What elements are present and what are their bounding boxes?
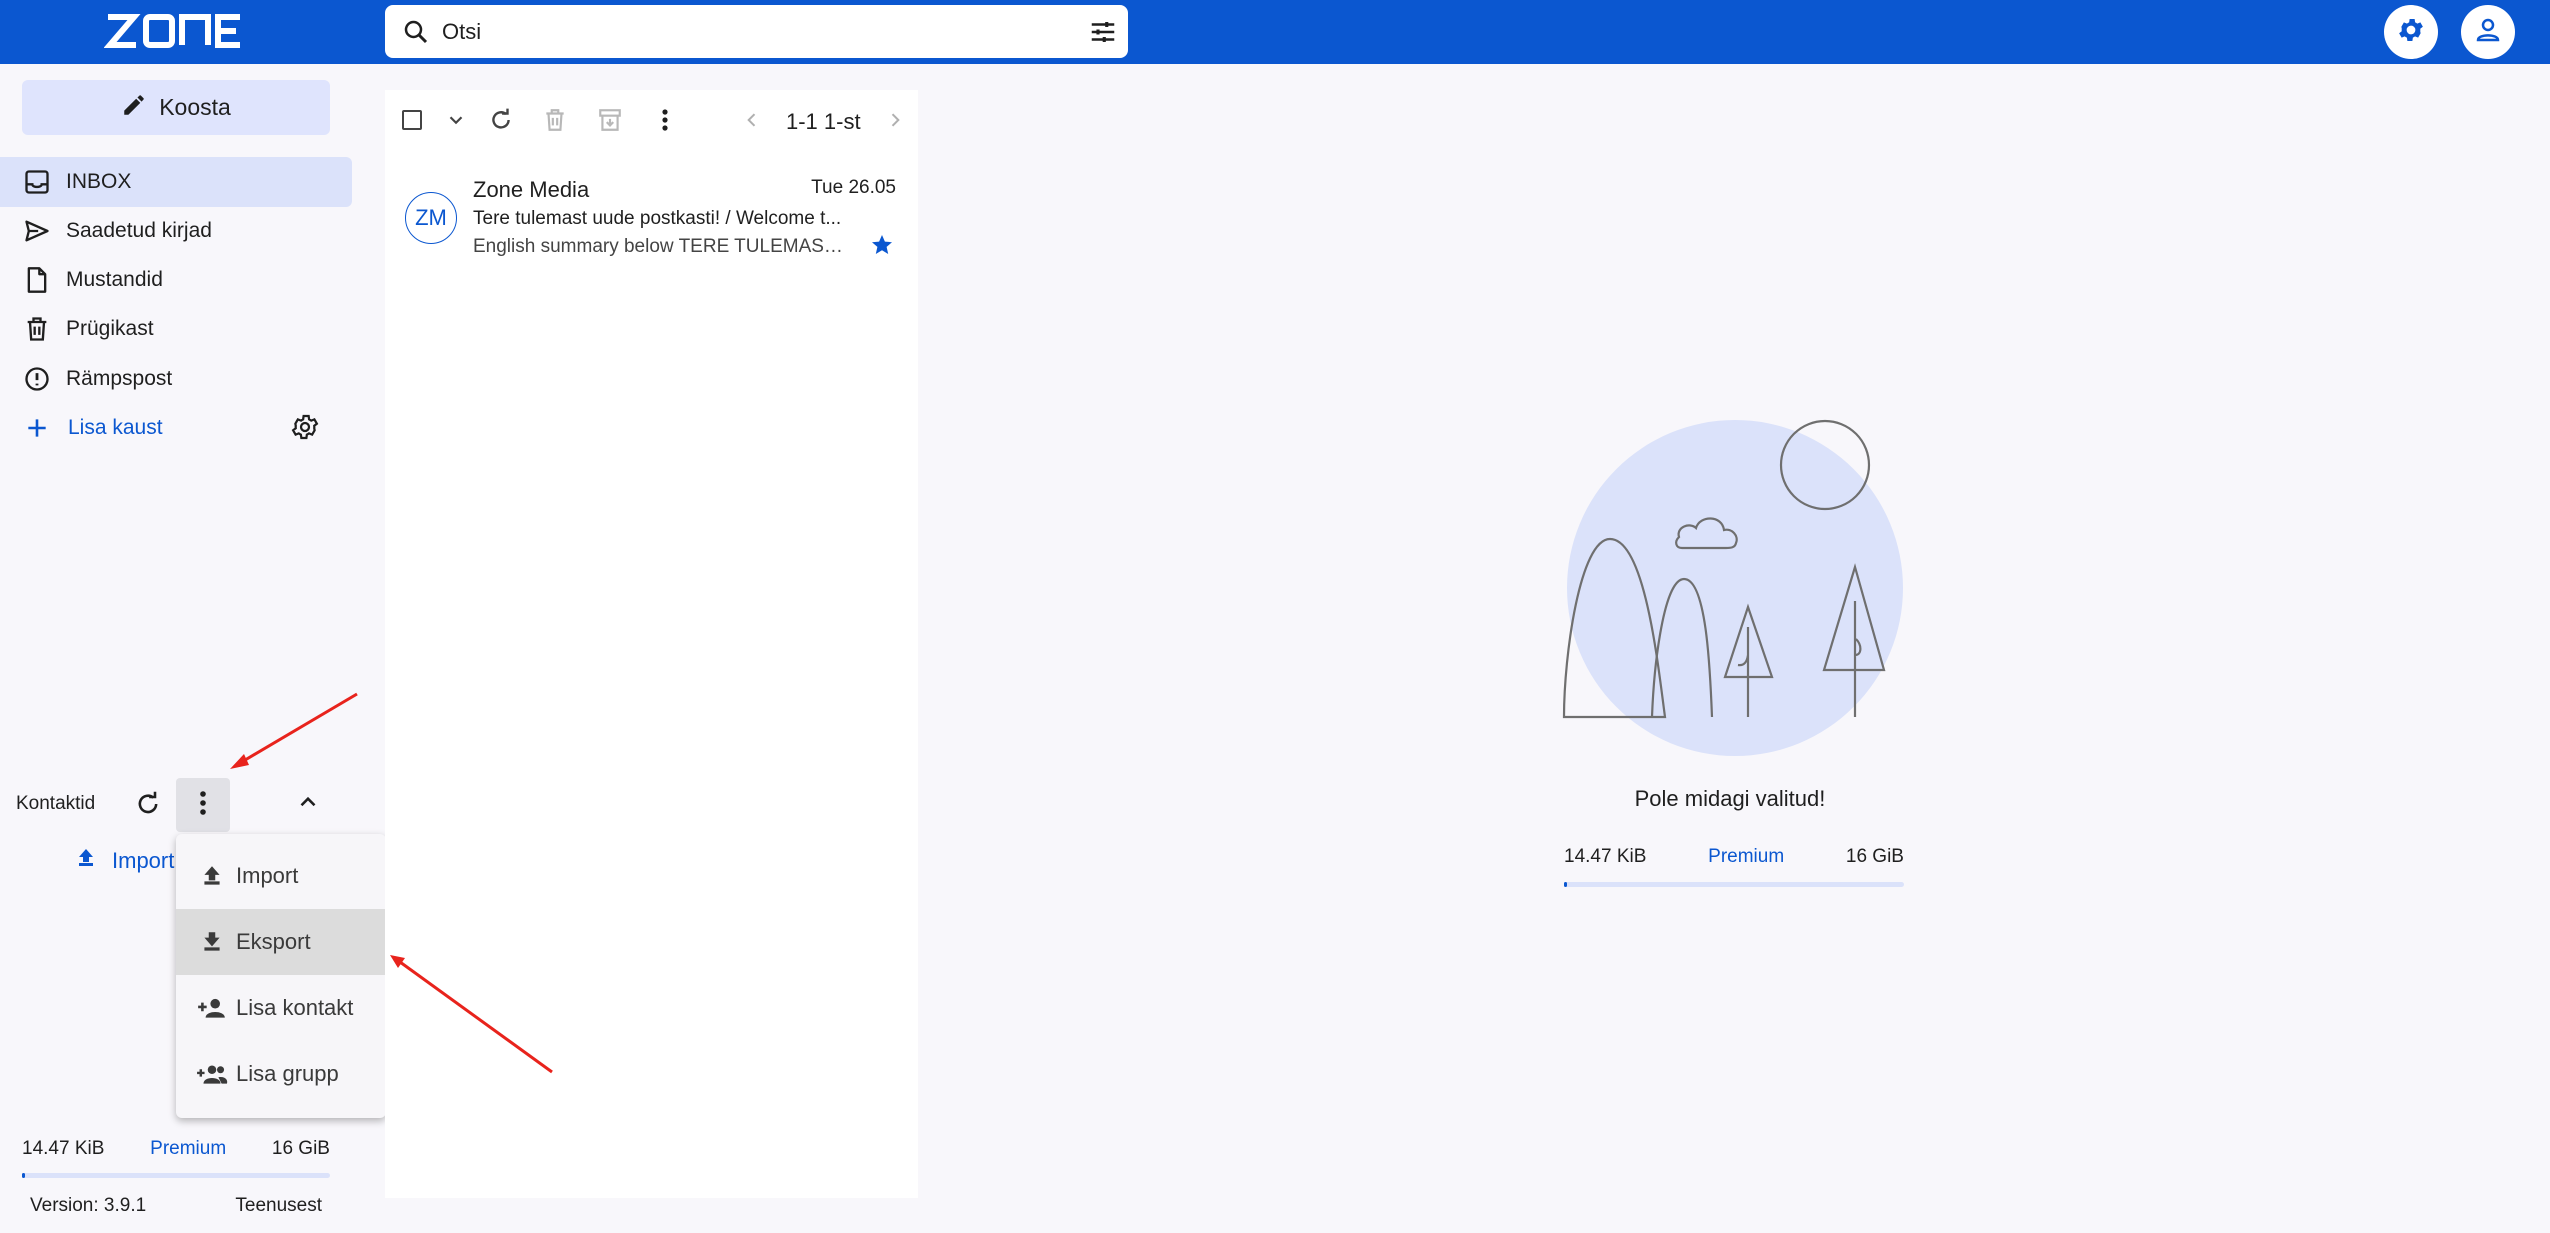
version-text: Version: 3.9.1	[30, 1195, 147, 1216]
more-vertical-icon	[661, 108, 669, 137]
arrow-to-more-button	[239, 692, 358, 765]
more-vertical-icon	[199, 790, 207, 821]
sidebar-item-label: Mustandid	[66, 268, 163, 291]
more-actions-button[interactable]	[650, 102, 680, 142]
refresh-button[interactable]	[484, 102, 518, 142]
trash-icon	[542, 107, 568, 138]
group-add-icon	[196, 1061, 228, 1087]
search-bar[interactable]: Otsi	[385, 5, 1128, 58]
sidebar-item-label: Rämpspost	[66, 367, 173, 390]
upload-icon	[196, 863, 228, 889]
sidebar-item-label: Prügikast	[66, 317, 154, 340]
pagination-text: 1-1 1-st	[786, 109, 861, 134]
folder-settings-button[interactable]	[285, 412, 325, 446]
sender-avatar: ZM	[405, 192, 457, 244]
collapse-contacts-button[interactable]	[290, 786, 326, 822]
sidebar-item-spam[interactable]: Rämpspost	[0, 354, 352, 404]
chevron-left-icon	[742, 110, 762, 135]
settings-button[interactable]	[2384, 5, 2438, 59]
upload-icon	[74, 846, 98, 876]
previous-page-button[interactable]	[740, 102, 764, 142]
archive-icon	[597, 107, 623, 138]
empty-state-illustration	[1560, 415, 1910, 765]
gear-icon	[2396, 15, 2426, 50]
quota-total: 16 GiB	[1845, 846, 1904, 867]
archive-button[interactable]	[593, 102, 627, 142]
sidebar-item-drafts[interactable]: Mustandid	[0, 255, 352, 305]
message-preview: English summary below TERE TULEMAST ...	[473, 236, 853, 257]
send-icon	[22, 216, 52, 246]
menu-item-label: Import	[236, 863, 299, 888]
quota-used: 14.47 KiB	[1564, 846, 1647, 867]
import-link-label: Import	[112, 848, 175, 873]
sidebar-quota-bar	[22, 1173, 330, 1178]
compose-button[interactable]: Koosta	[22, 80, 330, 135]
zone-logo[interactable]	[103, 13, 242, 54]
import-contacts-link[interactable]: Import	[74, 846, 174, 876]
search-input[interactable]: Otsi	[442, 19, 481, 45]
add-folder-label: Lisa kaust	[68, 416, 163, 439]
draft-icon	[22, 265, 52, 295]
menu-item-add-group[interactable]: Lisa grupp	[176, 1041, 386, 1107]
pencil-icon	[121, 92, 147, 124]
compose-label: Koosta	[159, 94, 231, 120]
message-list-item[interactable]: ZM Zone Media Tue 26.05 Tere tulemast uu…	[385, 163, 918, 263]
quota-fill	[1564, 882, 1567, 887]
menu-item-label: Eksport	[236, 929, 311, 954]
chevron-up-icon	[295, 789, 321, 820]
detail-quota-bar	[1564, 882, 1904, 887]
select-options-button[interactable]	[441, 102, 471, 142]
account-button[interactable]	[2461, 5, 2515, 59]
sidebar-footer: Version: 3.9.1 Teenusest	[30, 1195, 322, 1217]
chevron-right-icon	[885, 110, 905, 135]
refresh-icon	[134, 790, 162, 823]
sidebar-item-sent[interactable]: Saadetud kirjad	[0, 206, 352, 256]
menu-item-add-contact[interactable]: Lisa kontakt	[176, 975, 386, 1041]
star-icon[interactable]	[870, 233, 894, 262]
message-subject: Tere tulemast uude postkasti! / Welcome …	[473, 208, 842, 229]
quota-plan[interactable]: Premium	[1708, 846, 1784, 868]
refresh-contacts-button[interactable]	[128, 786, 168, 826]
inbox-icon	[22, 167, 52, 197]
search-icon[interactable]	[401, 17, 431, 52]
arrow-head	[230, 754, 249, 769]
contacts-more-button[interactable]	[176, 778, 230, 832]
spam-icon	[22, 364, 52, 394]
trash-icon	[22, 314, 52, 344]
menu-item-export[interactable]: Eksport	[176, 909, 386, 975]
delete-button[interactable]	[538, 102, 572, 142]
person-icon	[2473, 15, 2503, 50]
empty-state-text: Pole midagi valitud!	[1634, 786, 1826, 811]
contacts-menu: Import Eksport Lisa kontakt Lisa grupp	[176, 834, 386, 1118]
sidebar-quota: 14.47 KiB Premium 16 GiB	[22, 1138, 330, 1160]
top-bar: Otsi	[0, 0, 2550, 64]
quota-used: 14.47 KiB	[22, 1138, 105, 1159]
sidebar-item-label: INBOX	[66, 170, 132, 193]
refresh-icon	[488, 107, 514, 138]
quota-fill	[22, 1173, 25, 1178]
menu-item-label: Lisa grupp	[236, 1061, 339, 1086]
message-date: Tue 26.05	[811, 177, 896, 198]
menu-item-import[interactable]: Import	[176, 843, 386, 909]
person-add-icon	[196, 995, 228, 1021]
select-all-checkbox[interactable]	[397, 102, 427, 142]
chevron-down-icon	[445, 109, 467, 136]
message-sender: Zone Media	[473, 177, 590, 202]
download-icon	[196, 929, 228, 955]
sidebar-item-trash[interactable]: Prügikast	[0, 304, 352, 354]
about-link[interactable]: Teenusest	[235, 1195, 322, 1217]
menu-item-label: Lisa kontakt	[236, 995, 354, 1020]
filter-options-icon[interactable]	[1088, 17, 1118, 52]
quota-plan[interactable]: Premium	[150, 1138, 226, 1160]
detail-quota: 14.47 KiB Premium 16 GiB	[1564, 846, 1904, 868]
quota-total: 16 GiB	[271, 1138, 330, 1159]
sidebar-item-inbox[interactable]: INBOX	[0, 157, 352, 207]
contacts-label: Kontaktid	[16, 793, 96, 814]
sidebar-item-label: Saadetud kirjad	[66, 219, 212, 242]
gear-icon	[290, 412, 320, 447]
next-page-button[interactable]	[883, 102, 907, 142]
checkbox-icon	[400, 108, 424, 137]
plus-icon	[24, 415, 50, 441]
